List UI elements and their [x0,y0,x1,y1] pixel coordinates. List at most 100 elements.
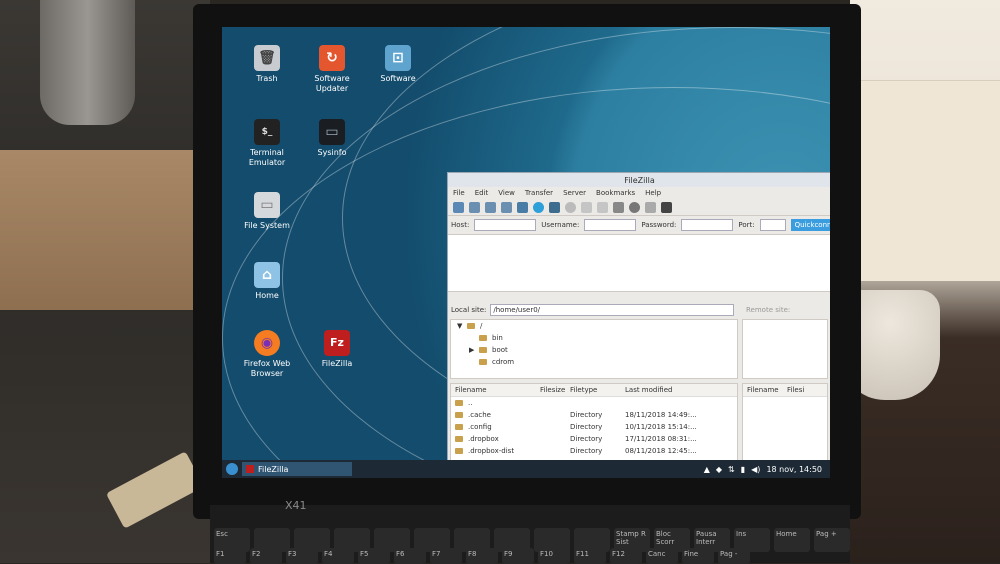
desktop-icon-terminal[interactable]: $_ Terminal Emulator [232,119,302,168]
process-queue-icon[interactable] [549,201,560,213]
network-icon[interactable]: ⇅ [728,465,735,474]
column-header[interactable]: Filesize [540,386,570,394]
taskbar: FileZilla ▲ ◆ ⇅ ▮ ◀) 18 nov, 14:50 [222,460,830,478]
file-modified: 08/11/2018 12:45:... [625,447,697,455]
toggle-remote-tree-icon[interactable] [501,201,512,213]
remote-site-label: Remote site: [746,306,791,314]
password-input[interactable] [681,219,734,231]
site-manager-icon[interactable] [453,201,464,213]
menu-item-transfer[interactable]: Transfer [525,189,553,197]
host-label: Host: [451,221,470,229]
start-menu-icon[interactable] [226,463,238,475]
cancel-icon[interactable] [565,201,576,213]
toggle-log-icon[interactable] [469,201,480,213]
keyboard-key: Canc [646,548,678,564]
table-row[interactable]: .cache Directory 18/11/2018 14:49:... [451,409,737,421]
desktop-icon-software-updater[interactable]: ↻ Software Updater [297,45,367,94]
table-row[interactable]: .config Directory 10/11/2018 15:14:... [451,421,737,433]
desktop-icon-trash[interactable]: 🗑 Trash [232,45,302,84]
file-type: Directory [570,411,603,419]
column-header[interactable]: Filetype [570,386,625,394]
file-type: Directory [570,423,603,431]
folder-icon [455,424,463,430]
window-titlebar[interactable]: FileZilla [448,173,830,187]
keyboard-key: F7 [430,548,462,564]
tree-item[interactable]: cdrom [451,356,737,368]
monitor-icon: ▭ [319,119,345,145]
remote-file-list[interactable]: Filename Filesi [742,383,828,461]
paper-stack [850,80,1000,281]
menu-item-file[interactable]: File [453,189,465,197]
disconnect-icon[interactable] [581,201,592,213]
folder-icon [479,335,487,341]
sync-browse-icon[interactable] [645,201,656,213]
toggle-queue-icon[interactable] [517,201,528,213]
local-tree[interactable]: ▼ / bin ▶ boot cdrom [450,319,738,379]
binoculars-icon[interactable] [661,201,672,213]
desktop-icon-label: File System [244,221,290,230]
local-site-bar: Local site: /home/user0/ [448,303,738,317]
quickconnect-button[interactable]: Quickconne [790,219,830,231]
refresh-icon[interactable] [533,201,544,213]
desktop-icon-file-system[interactable]: ▭ File System [232,192,302,231]
port-input[interactable] [759,219,786,231]
folder-icon [479,347,487,353]
taskbar-item-filezilla[interactable]: FileZilla [242,462,352,476]
column-header[interactable]: Filename [455,386,540,394]
tree-item[interactable]: bin [451,332,737,344]
folder-icon [455,412,463,418]
host-input[interactable] [474,219,537,231]
notification-icon[interactable]: ▲ [704,465,710,474]
file-type: Directory [570,435,603,443]
system-tray: ▲ ◆ ⇅ ▮ ◀) 18 nov, 14:50 [704,465,830,474]
desktop-icon-software[interactable]: ⊡ Software [363,45,433,84]
volume-icon[interactable]: ◀) [751,465,760,474]
battery-icon[interactable]: ▮ [741,465,745,474]
local-file-list-header: Filename Filesize Filetype Last modified [451,384,737,397]
tree-item[interactable]: ▼ / [451,320,737,332]
local-file-list[interactable]: Filename Filesize Filetype Last modified ..… [450,383,738,461]
menu-item-bookmarks[interactable]: Bookmarks [596,189,635,197]
table-row[interactable]: .dropbox Directory 17/11/2018 08:31:... [451,433,737,445]
dropbox-icon[interactable]: ◆ [716,465,722,474]
column-header[interactable]: Last modified [625,386,705,394]
file-modified: 17/11/2018 08:31:... [625,435,697,443]
terminal-icon: $_ [254,119,280,145]
filter-icon[interactable] [613,201,624,213]
tree-item[interactable]: ▶ boot [451,344,737,356]
laptop-model-label: X41 [285,499,307,512]
filezilla-window: FileZilla File Edit View Transfer Server Book… [447,172,830,462]
search-icon[interactable] [629,201,640,213]
desktop-icon-filezilla[interactable]: Fz FileZilla [302,330,372,369]
column-header[interactable]: Filename [747,386,787,394]
remote-tree[interactable] [742,319,828,379]
folder-icon [455,436,463,442]
menu-item-server[interactable]: Server [563,189,586,197]
clock[interactable]: 18 nov, 14:50 [766,465,822,474]
desktop-icon-sysinfo[interactable]: ▭ Sysinfo [297,119,367,158]
menu-item-view[interactable]: View [498,189,515,197]
remote-file-list-header: Filename Filesi [743,384,827,397]
password-label: Password: [641,221,677,229]
keyboard-row-function: F1 F2 F3 F4 F5 F6 F7 F8 F9 F10 F11 F12 Canc Fine Pag - [210,548,854,564]
tree-expander-icon[interactable]: ▶ [469,346,479,354]
keyboard-key: Fine [682,548,714,564]
keyboard-key: F2 [250,548,282,564]
username-input[interactable] [584,219,637,231]
keyboard-key: Pag - [718,548,750,564]
firefox-icon: ◉ [254,330,280,356]
local-site-label: Local site: [451,306,487,314]
table-row[interactable]: .. [451,397,737,409]
menu-item-edit[interactable]: Edit [475,189,489,197]
column-header[interactable]: Filesi [787,386,827,394]
desktop-icon-home[interactable]: ⌂ Home [232,262,302,301]
menu-item-help[interactable]: Help [645,189,661,197]
table-row[interactable]: .dropbox-dist Directory 08/11/2018 12:45:.… [451,445,737,457]
reconnect-icon[interactable] [597,201,608,213]
local-site-path[interactable]: /home/user0/ [490,304,735,316]
desktop-icon-firefox[interactable]: ◉ Firefox Web Browser [232,330,302,379]
toggle-tree-icon[interactable] [485,201,496,213]
remote-site-bar: Remote site: [744,303,830,317]
tree-expander-icon[interactable]: ▼ [457,322,467,330]
keyboard-key: F8 [466,548,498,564]
